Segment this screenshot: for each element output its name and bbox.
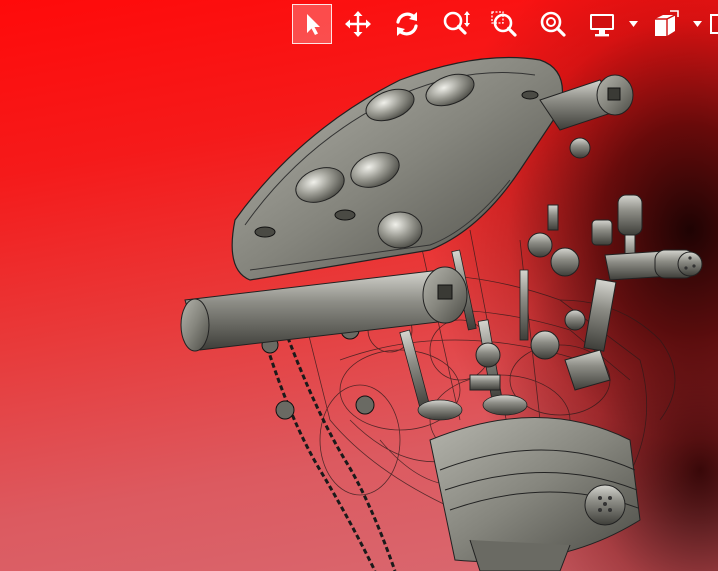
view-cube-icon [655, 10, 679, 36]
rotate-tool-button[interactable] [387, 4, 427, 44]
pan-tool-button[interactable] [338, 4, 378, 44]
3d-viewport[interactable] [0, 0, 718, 571]
select-tool-button[interactable] [292, 4, 332, 44]
zoom-fit-tool-button[interactable] [533, 4, 573, 44]
viewer-toolbar [290, 4, 718, 44]
select-arrow-icon [307, 14, 320, 35]
zoom-window-icon [491, 11, 517, 37]
chevron-down-icon [628, 21, 638, 27]
monitor-display-icon [590, 14, 614, 37]
zoom-fit-icon [540, 11, 566, 37]
pan-move-icon [345, 11, 371, 37]
view-orientation-button[interactable] [645, 4, 685, 44]
more-tools-button[interactable] [708, 4, 718, 44]
chevron-down-icon [692, 21, 702, 27]
engine-model-render[interactable] [0, 0, 718, 571]
zoom-window-tool-button[interactable] [484, 4, 524, 44]
overflow-tool-icon [710, 14, 718, 34]
zoom-drag-icon [443, 11, 470, 35]
display-mode-dropdown[interactable] [628, 18, 638, 30]
zoom-drag-tool-button[interactable] [436, 4, 476, 44]
view-orientation-dropdown[interactable] [692, 18, 702, 30]
display-mode-button[interactable] [582, 4, 622, 44]
rotate-orbit-icon [396, 12, 418, 36]
